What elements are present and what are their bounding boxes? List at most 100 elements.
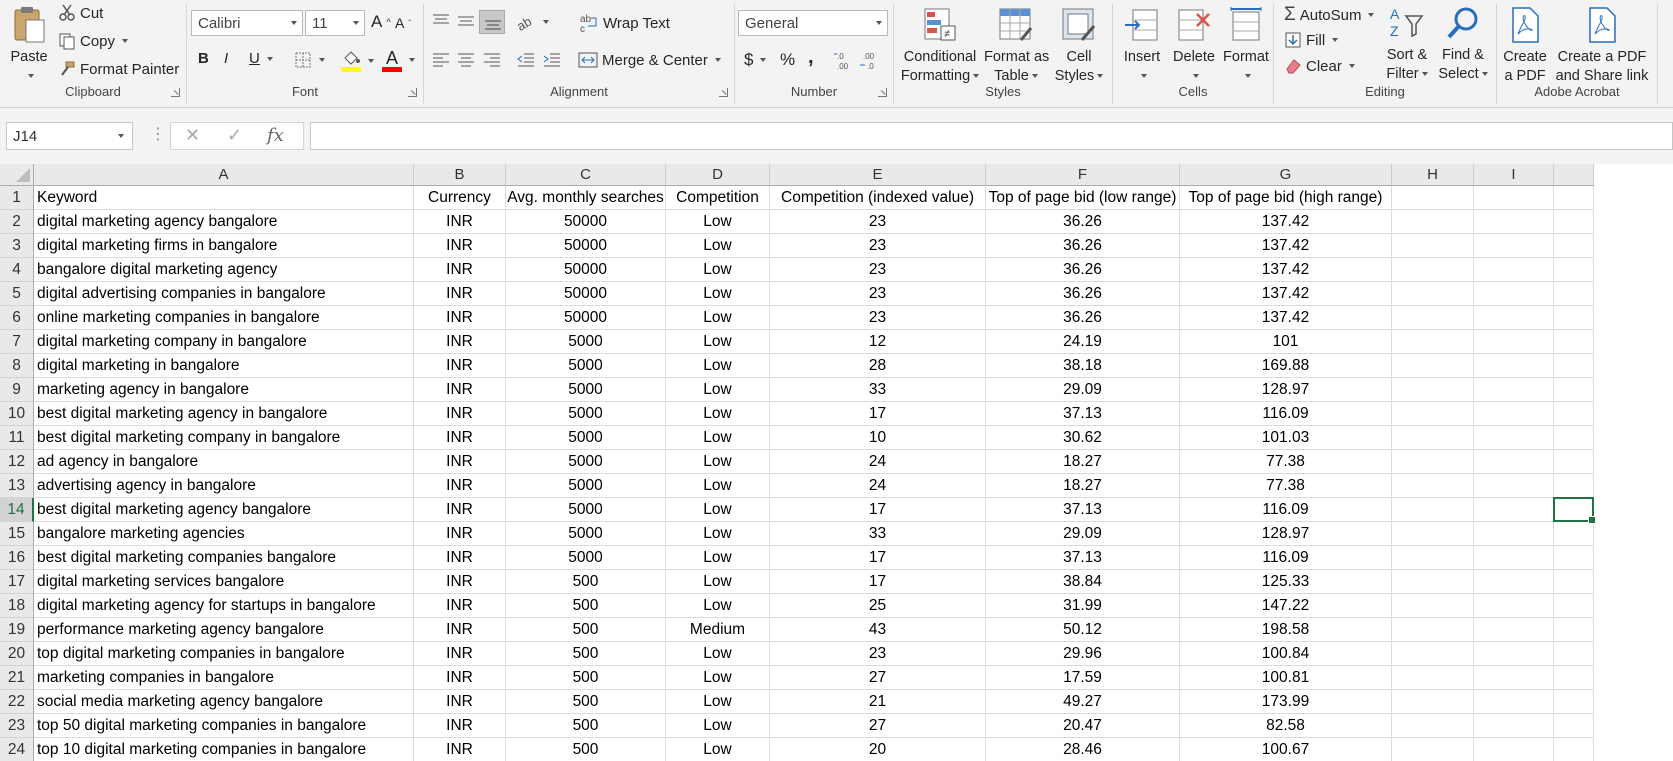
formula-bar-grip-icon[interactable]: ⋮ xyxy=(150,124,166,144)
table-cell[interactable]: 24.19 xyxy=(986,330,1180,354)
table-cell[interactable]: 36.26 xyxy=(986,210,1180,234)
table-cell[interactable]: 29.09 xyxy=(986,378,1180,402)
table-cell[interactable]: 20.47 xyxy=(986,714,1180,738)
table-cell[interactable]: 500 xyxy=(506,642,666,666)
table-cell[interactable]: 116.09 xyxy=(1180,546,1392,570)
table-cell[interactable]: best digital marketing agency bangalore xyxy=(34,498,414,522)
table-cell[interactable] xyxy=(1554,642,1594,666)
grow-font-button[interactable]: A ^ xyxy=(371,12,391,32)
table-cell[interactable]: INR xyxy=(414,498,506,522)
cell-styles-button[interactable]: Cell Styles xyxy=(1052,6,1106,86)
table-cell[interactable]: marketing companies in bangalore xyxy=(34,666,414,690)
table-cell[interactable]: 100.81 xyxy=(1180,666,1392,690)
table-cell[interactable]: Low xyxy=(666,330,770,354)
table-cell[interactable]: 28.46 xyxy=(986,738,1180,761)
chevron-down-icon[interactable] xyxy=(118,134,124,138)
wrap-text-button[interactable]: ab c Wrap Text xyxy=(579,13,670,33)
table-cell[interactable] xyxy=(1554,378,1594,402)
clipboard-launcher-icon[interactable] xyxy=(171,88,180,97)
table-cell[interactable] xyxy=(1392,642,1474,666)
table-cell[interactable]: 5000 xyxy=(506,474,666,498)
table-cell[interactable]: best digital marketing companies bangalo… xyxy=(34,546,414,570)
table-cell[interactable]: digital marketing in bangalore xyxy=(34,354,414,378)
table-cell[interactable] xyxy=(1392,738,1474,761)
table-cell[interactable]: INR xyxy=(414,738,506,761)
row-header[interactable]: 10 xyxy=(0,402,34,426)
format-painter-button[interactable]: Format Painter xyxy=(58,60,179,78)
bold-button[interactable]: B xyxy=(198,50,209,67)
table-cell[interactable] xyxy=(1554,714,1594,738)
table-cell[interactable]: 137.42 xyxy=(1180,234,1392,258)
active-cell-selection[interactable] xyxy=(1553,497,1596,524)
comma-button[interactable]: , xyxy=(808,46,814,69)
table-cell[interactable]: 5000 xyxy=(506,402,666,426)
table-cell[interactable]: 147.22 xyxy=(1180,594,1392,618)
table-cell[interactable] xyxy=(1392,426,1474,450)
table-cell[interactable] xyxy=(1474,378,1554,402)
table-cell[interactable]: 17 xyxy=(770,498,986,522)
table-cell[interactable]: best digital marketing agency in bangalo… xyxy=(34,402,414,426)
align-right-icon[interactable] xyxy=(482,52,502,68)
table-cell[interactable]: 49.27 xyxy=(986,690,1180,714)
table-cell[interactable] xyxy=(1392,234,1474,258)
table-cell[interactable]: INR xyxy=(414,714,506,738)
table-cell[interactable]: top 10 digital marketing companies in ba… xyxy=(34,738,414,761)
orientation-button[interactable]: ab xyxy=(514,12,549,32)
table-cell[interactable]: 137.42 xyxy=(1180,210,1392,234)
table-cell[interactable]: 24 xyxy=(770,450,986,474)
create-share-pdf-button[interactable]: Create a PDF and Share link xyxy=(1553,6,1651,86)
font-name-combo[interactable]: Calibri xyxy=(191,10,303,36)
header-cell[interactable]: Top of page bid (high range) xyxy=(1180,186,1392,210)
column-header[interactable]: B xyxy=(414,164,506,186)
table-cell[interactable] xyxy=(1392,402,1474,426)
percent-button[interactable]: % xyxy=(780,50,795,70)
table-cell[interactable] xyxy=(1392,450,1474,474)
number-launcher-icon[interactable] xyxy=(878,88,887,97)
table-cell[interactable]: 38.84 xyxy=(986,570,1180,594)
table-cell[interactable] xyxy=(1474,258,1554,282)
table-cell[interactable] xyxy=(1554,594,1594,618)
row-header[interactable]: 15 xyxy=(0,522,34,546)
table-cell[interactable]: 31.99 xyxy=(986,594,1180,618)
table-cell[interactable] xyxy=(1392,546,1474,570)
table-cell[interactable]: 20 xyxy=(770,738,986,761)
table-cell[interactable] xyxy=(1474,330,1554,354)
table-cell[interactable] xyxy=(1392,258,1474,282)
number-format-combo[interactable]: General xyxy=(738,10,888,36)
table-cell[interactable]: 5000 xyxy=(506,546,666,570)
table-cell[interactable]: 50000 xyxy=(506,306,666,330)
table-cell[interactable]: INR xyxy=(414,690,506,714)
column-header[interactable]: D xyxy=(666,164,770,186)
table-cell[interactable]: 18.27 xyxy=(986,474,1180,498)
table-cell[interactable]: INR xyxy=(414,594,506,618)
table-cell[interactable] xyxy=(1474,402,1554,426)
table-cell[interactable] xyxy=(1554,282,1594,306)
table-cell[interactable]: 500 xyxy=(506,618,666,642)
table-cell[interactable]: 5000 xyxy=(506,498,666,522)
table-cell[interactable]: best digital marketing company in bangal… xyxy=(34,426,414,450)
table-cell[interactable]: 5000 xyxy=(506,426,666,450)
font-color-button[interactable]: A xyxy=(382,48,415,72)
table-cell[interactable]: 37.13 xyxy=(986,402,1180,426)
table-cell[interactable]: Low xyxy=(666,690,770,714)
table-cell[interactable]: social media marketing agency bangalore xyxy=(34,690,414,714)
row-header[interactable]: 4 xyxy=(0,258,34,282)
table-cell[interactable]: 82.58 xyxy=(1180,714,1392,738)
table-cell[interactable] xyxy=(1554,546,1594,570)
table-cell[interactable] xyxy=(1392,666,1474,690)
format-as-table-button[interactable]: Format as Table xyxy=(984,6,1049,86)
table-cell[interactable]: digital marketing agency bangalore xyxy=(34,210,414,234)
table-cell[interactable]: 77.38 xyxy=(1180,474,1392,498)
insert-button[interactable]: Insert xyxy=(1119,6,1165,86)
cut-button[interactable]: Cut xyxy=(58,4,103,22)
copy-button[interactable]: Copy xyxy=(58,32,129,50)
row-header[interactable]: 9 xyxy=(0,378,34,402)
table-cell[interactable] xyxy=(1474,474,1554,498)
table-cell[interactable]: top 50 digital marketing companies in ba… xyxy=(34,714,414,738)
table-cell[interactable] xyxy=(1554,618,1594,642)
table-cell[interactable]: 101 xyxy=(1180,330,1392,354)
table-cell[interactable]: 28 xyxy=(770,354,986,378)
row-header[interactable]: 14 xyxy=(0,498,34,522)
align-bottom-button[interactable] xyxy=(479,10,505,34)
table-cell[interactable] xyxy=(1474,498,1554,522)
